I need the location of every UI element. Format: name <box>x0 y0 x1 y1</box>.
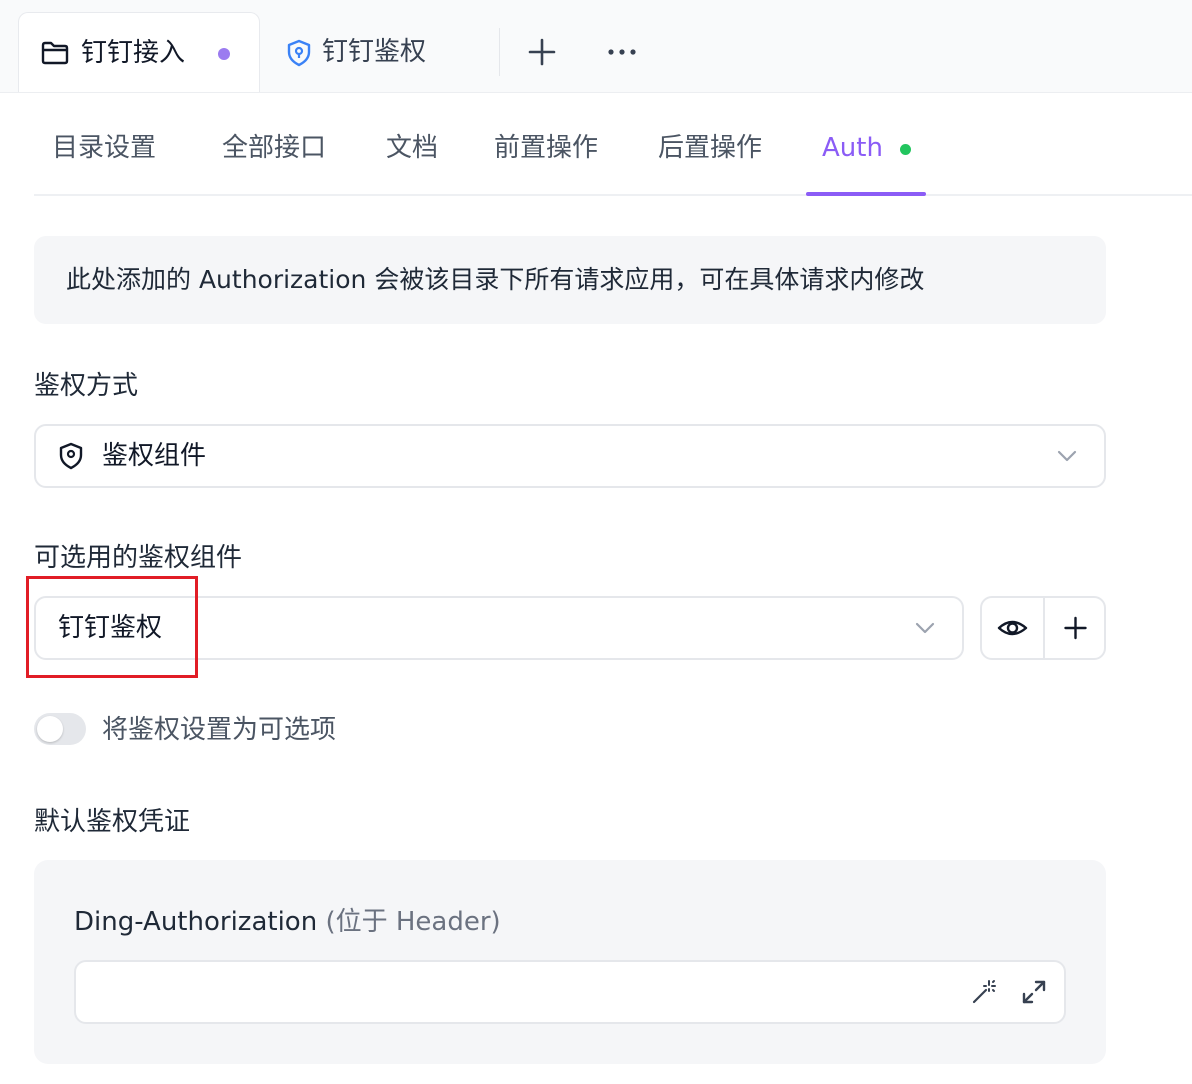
auth-method-value: 鉴权组件 <box>102 441 207 471</box>
credential-field-name: Ding-Authorization <box>74 907 318 937</box>
toggle-knob <box>37 716 63 742</box>
folder-icon <box>41 40 69 70</box>
credential-field-title: Ding-Authorization (位于 Header) <box>74 902 501 942</box>
subnav-directory-settings[interactable]: 目录设置 <box>52 128 156 168</box>
plus-icon <box>528 38 556 66</box>
more-tabs-button[interactable] <box>602 32 642 72</box>
subnav-auth[interactable]: Auth <box>822 128 883 168</box>
subnav-post-processors[interactable]: 后置操作 <box>658 128 762 168</box>
info-text: 此处添加的 Authorization 会被该目录下所有请求应用，可在具体请求内… <box>66 265 925 294</box>
subnav-all-apis[interactable]: 全部接口 <box>222 128 326 168</box>
folder-settings-nav: 目录设置 全部接口 文档 前置操作 后置操作 Auth <box>34 108 1192 196</box>
plus-icon <box>1064 616 1087 640</box>
auth-method-select[interactable]: 鉴权组件 <box>34 424 1106 488</box>
shield-icon <box>286 39 312 71</box>
tab-label: 钉钉接入 <box>81 38 186 68</box>
highlight-annotation <box>26 576 198 678</box>
active-tab-indicator <box>806 192 926 196</box>
tab-label: 钉钉鉴权 <box>322 37 427 67</box>
auth-component-actions <box>980 596 1106 660</box>
subnav-docs[interactable]: 文档 <box>386 128 438 168</box>
shield-icon <box>58 442 84 474</box>
credential-input[interactable] <box>74 960 1066 1024</box>
unsaved-dot <box>218 48 230 60</box>
tab-divider <box>499 28 500 76</box>
chevron-down-icon <box>1056 446 1078 470</box>
eye-icon <box>997 620 1028 636</box>
auth-method-label: 鉴权方式 <box>34 371 139 401</box>
optional-auth-label: 将鉴权设置为可选项 <box>102 715 337 745</box>
tab-dingtalk-auth[interactable]: 钉钉鉴权 <box>262 12 498 92</box>
preview-button[interactable] <box>982 598 1043 658</box>
magic-wand-icon[interactable] <box>970 978 998 1010</box>
credential-panel: Ding-Authorization (位于 Header) <box>34 860 1106 1064</box>
chevron-down-icon <box>914 618 936 642</box>
expand-icon[interactable] <box>1020 978 1048 1010</box>
credential-field-location: (位于 Header) <box>325 907 501 937</box>
new-tab-button[interactable] <box>522 32 562 72</box>
default-credential-label: 默认鉴权凭证 <box>34 807 191 837</box>
auth-component-label: 可选用的鉴权组件 <box>34 543 243 573</box>
more-icon <box>608 49 636 55</box>
subnav-pre-processors[interactable]: 前置操作 <box>494 128 598 168</box>
status-dot <box>900 144 911 155</box>
tab-dingtalk-access[interactable]: 钉钉接入 <box>18 12 260 92</box>
optional-auth-toggle[interactable] <box>34 713 86 745</box>
info-banner: 此处添加的 Authorization 会被该目录下所有请求应用，可在具体请求内… <box>34 236 1106 324</box>
add-auth-component-button[interactable] <box>1045 598 1106 658</box>
